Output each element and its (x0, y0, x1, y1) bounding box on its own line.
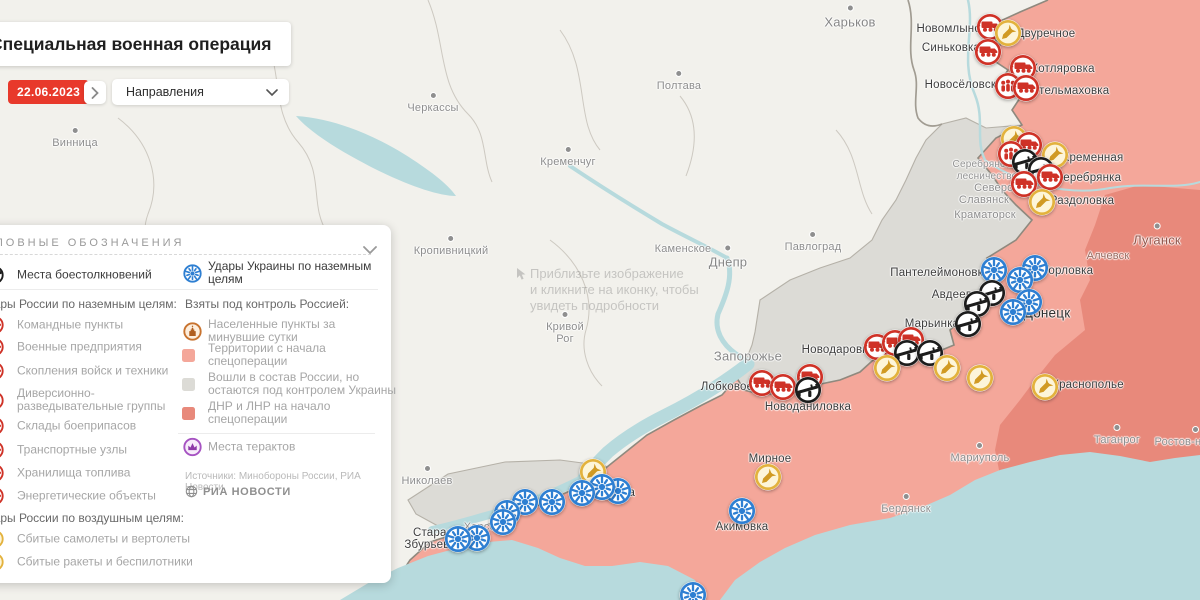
legend-item: Транспортные узлы (0, 440, 127, 461)
transport-hub-icon (0, 440, 5, 461)
legend-item-label: Скопления войск и техники (17, 363, 169, 378)
map-marker-ukraine-strike-icon[interactable] (443, 524, 473, 554)
ukraine-strike-icon (182, 263, 203, 284)
next-date-button[interactable] (84, 81, 106, 104)
legend-item: Вошли в состав России, но остаются под к… (182, 371, 398, 397)
map-marker-missile-icon[interactable] (932, 353, 962, 383)
legend-item-label: ДНР и ЛНР на начало спецоперации (208, 399, 331, 426)
legend-item-label: Хранилища топлива (17, 465, 131, 480)
legend-item-label: Энергетические объекты (17, 488, 156, 503)
map-marker-missile-icon[interactable] (872, 353, 902, 383)
missile-down-icon (0, 552, 5, 573)
legend-section-label: Удары России по воздушным целям: (0, 511, 184, 525)
hint-line: увидеть подробности (530, 298, 659, 313)
saboteur-group-icon (0, 390, 5, 411)
legend-item-label: Сбитые ракеты и беспилотники (17, 554, 193, 569)
chevron-down-icon (266, 88, 278, 96)
page-title: Специальная военная операция (0, 33, 272, 54)
legend-item: ДНР и ЛНР на начало спецоперации (182, 400, 391, 426)
legend-item-label: Военные предприятия (17, 339, 142, 354)
legend-section: Удары России по наземным целям: (0, 297, 177, 311)
energy-facility-icon (0, 486, 5, 507)
legend-item: Места терактов (182, 437, 295, 458)
title-card: Специальная военная операция (0, 22, 292, 66)
ria-globe-icon (185, 485, 198, 498)
legend-item: Территории с начала спецоперации (182, 342, 391, 368)
map-marker-vehicles-icon[interactable] (973, 37, 1003, 67)
legend-divider (0, 289, 378, 290)
legend-item-label: Транспортные узлы (17, 442, 127, 457)
legend-item: Сбитые самолеты и вертолеты (0, 529, 190, 550)
directions-dropdown[interactable]: Направления (112, 79, 289, 105)
legend-divider (178, 433, 375, 434)
brand-row: РИА НОВОСТИ (185, 485, 291, 498)
legend-item: Места боестолкновений (0, 265, 152, 286)
fuel-storage-icon (0, 463, 5, 484)
legend-item: Диверсионно-разведывательные группы (0, 387, 167, 413)
legend-item: Хранилища топлива (0, 463, 130, 484)
legend-item-label: Места боестолкновений (17, 267, 152, 282)
legend-section-label: Взяты под контроль Россией: (185, 297, 350, 311)
hint-line: и кликните на иконку, чтобы (530, 282, 699, 297)
map-marker-ukraine-strike-icon[interactable] (537, 487, 567, 517)
legend-item-label: Территории с начала спецоперации (208, 341, 326, 368)
legend-section-label: Удары России по наземным целям: (0, 297, 177, 311)
legend-section: Взяты под контроль Россией: (185, 297, 349, 311)
map-marker-missile-icon[interactable] (1027, 187, 1057, 217)
legend-section: Удары России по воздушным целям: (0, 511, 184, 525)
map-marker-missile-icon[interactable] (753, 462, 783, 492)
legend-item: Командные пункты (0, 315, 123, 336)
legend-item: Военные предприятия (0, 337, 142, 358)
map-marker-battle-icon[interactable] (953, 309, 983, 339)
legend-item: Удары Украины по наземным целям (182, 260, 391, 286)
aircraft-down-icon (0, 529, 5, 550)
date-badge[interactable]: 22.06.2023 (8, 80, 90, 104)
map-marker-missile-icon[interactable] (965, 363, 995, 393)
territory-gray-swatch (182, 377, 195, 391)
ammo-depot-icon (0, 416, 5, 437)
territory-pink-swatch (182, 348, 195, 362)
map-marker-ukraine-strike-icon[interactable] (998, 297, 1028, 327)
legend-item: Энергетические объекты (0, 486, 156, 507)
legend-item-label: Диверсионно-разведывательные группы (17, 386, 166, 413)
map-marker-ukraine-strike-icon[interactable] (727, 496, 757, 526)
map-marker-ukraine-strike-icon[interactable] (488, 507, 518, 537)
legend-item-label: Командные пункты (17, 317, 124, 332)
legend-item-label: Места терактов (208, 439, 296, 454)
brand-label: РИА НОВОСТИ (203, 485, 291, 498)
chevron-down-icon (363, 246, 377, 255)
chevron-right-icon (91, 86, 99, 99)
legend-item: Скопления войск и техники (0, 361, 168, 382)
territory-dnr-swatch (182, 406, 195, 420)
legend-item-label: Удары Украины по наземным целям (208, 259, 372, 286)
legend-item-label: Склады боеприпасов (17, 418, 137, 433)
legend-title: УСЛОВНЫЕ ОБОЗНАЧЕНИЯ (0, 237, 185, 249)
pointer-icon (517, 268, 526, 280)
app-window: Приблизьте изображение и кликните на ико… (0, 0, 1200, 600)
map-marker-ukraine-strike-icon[interactable] (678, 580, 708, 600)
troops-vehicles-icon (0, 361, 5, 382)
legend-collapse-button[interactable] (363, 241, 377, 259)
command-post-icon (0, 315, 5, 336)
battle-sites-icon (0, 265, 5, 286)
map-hint-watermark: Приблизьте изображение и кликните на ико… (517, 266, 770, 314)
map-marker-missile-icon[interactable] (1030, 372, 1060, 402)
legend-item: Склады боеприпасов (0, 416, 136, 437)
map-marker-battle-icon[interactable] (793, 375, 823, 405)
legend-divider-dashed (0, 254, 371, 255)
hint-line: Приблизьте изображение (530, 266, 684, 281)
map-marker-vehicles-icon[interactable] (1011, 73, 1041, 103)
settlement-taken-icon (182, 321, 203, 342)
military-plant-icon (0, 337, 5, 358)
legend-panel: УСЛОВНЫЕ ОБОЗНАЧЕНИЯ Места боестолкновен… (0, 225, 396, 583)
terror-icon (182, 437, 203, 458)
legend-item-label: Сбитые самолеты и вертолеты (17, 531, 190, 546)
directions-dropdown-value: Направления (126, 85, 204, 99)
legend-item: Сбитые ракеты и беспилотники (0, 552, 193, 573)
map-marker-ukraine-strike-icon[interactable] (567, 478, 597, 508)
legend-item-label: Вошли в состав России, но остаются под к… (208, 370, 397, 397)
